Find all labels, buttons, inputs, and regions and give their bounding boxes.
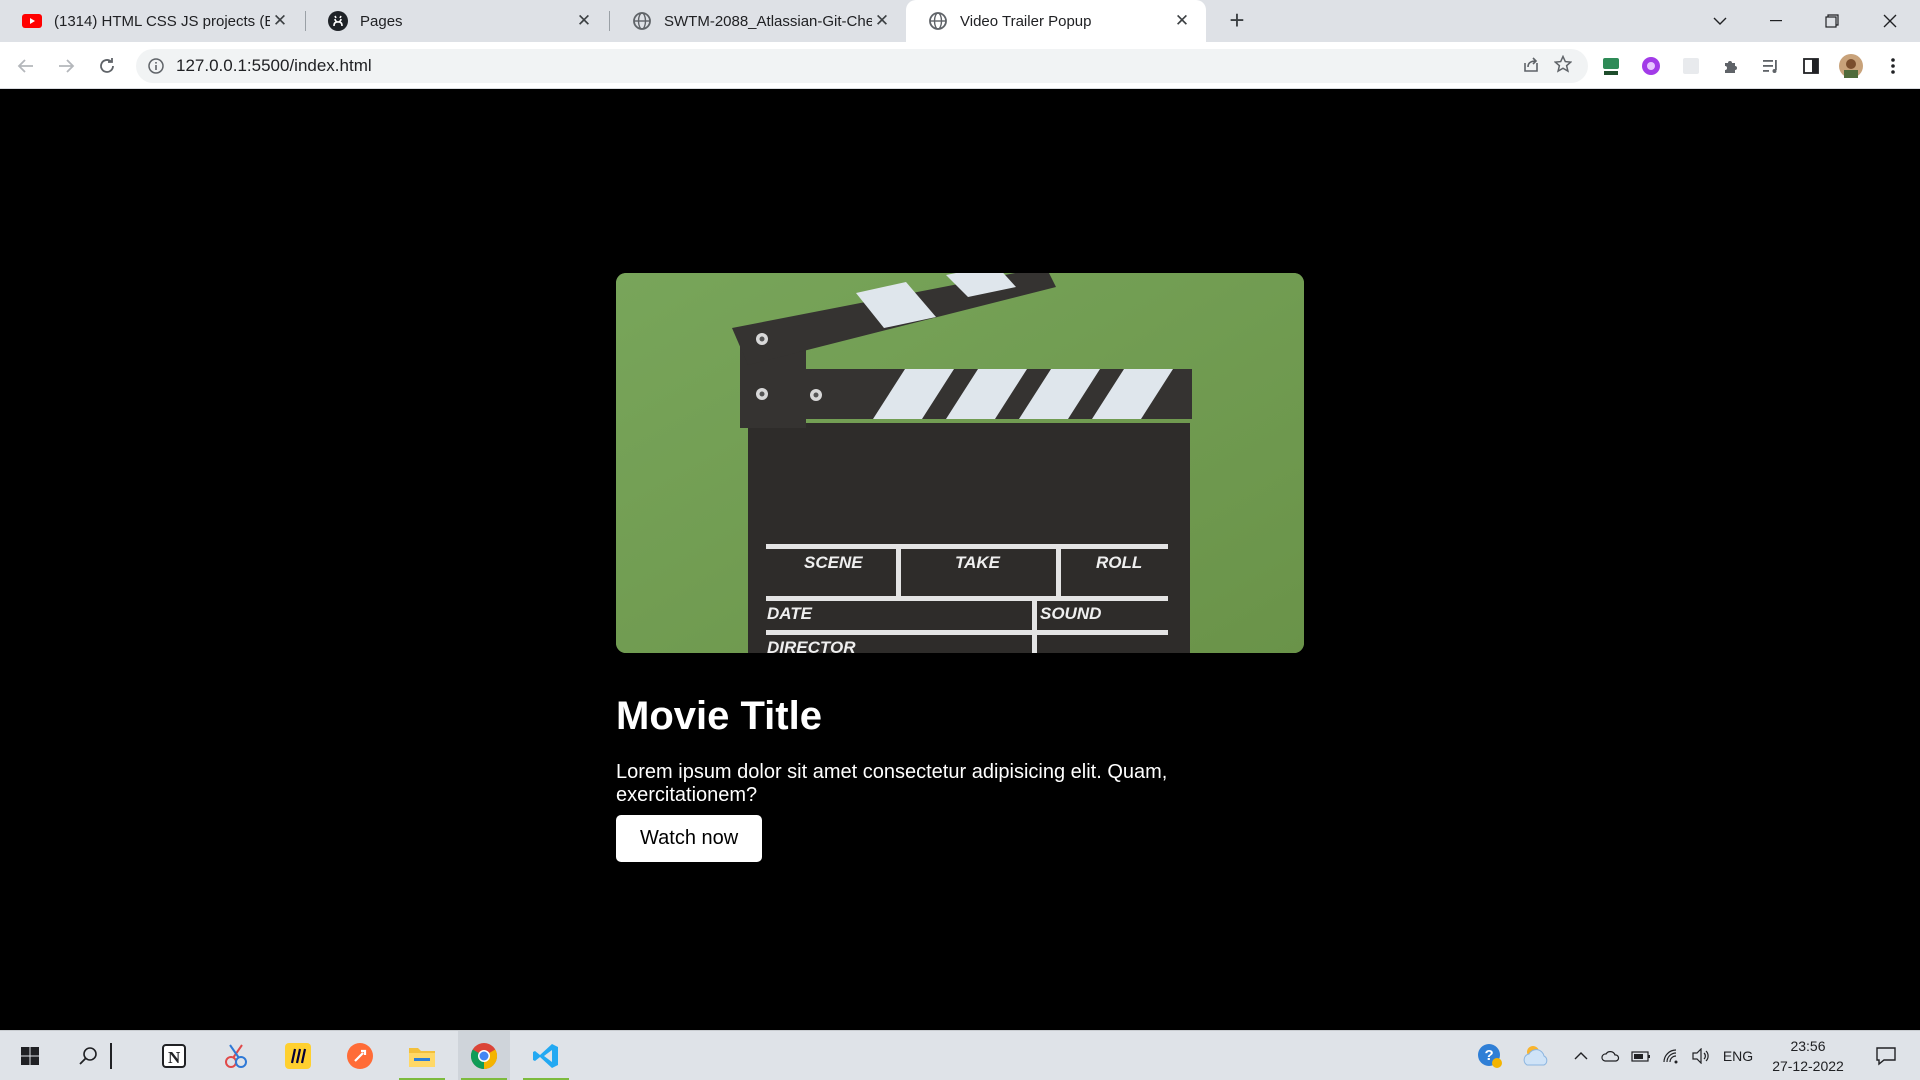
postman-app-icon[interactable] [334, 1031, 386, 1080]
start-button[interactable] [4, 1031, 56, 1080]
miro-app-icon[interactable] [272, 1031, 324, 1080]
html-extension-icon[interactable] [1598, 53, 1624, 79]
restore-button[interactable] [1804, 0, 1860, 42]
clock-date: 27-12-2022 [1772, 1058, 1844, 1074]
reload-button[interactable] [91, 50, 123, 82]
page-viewport: SCENE TAKE ROLL DATE SOUND DIRECTOR Movi… [0, 89, 1920, 1030]
minimize-button[interactable] [1748, 0, 1804, 42]
globe-icon [632, 11, 652, 31]
tab-search-icon[interactable] [1692, 0, 1748, 42]
onedrive-icon[interactable] [1598, 1031, 1624, 1080]
close-tab-icon[interactable]: ✕ [574, 11, 594, 31]
help-icon[interactable]: ? [1474, 1031, 1506, 1080]
notifications-icon[interactable] [1864, 1031, 1908, 1080]
vscode-app-icon[interactable] [520, 1031, 572, 1080]
wifi-icon[interactable] [1658, 1031, 1684, 1080]
poster-roll-label: ROLL [1096, 553, 1142, 572]
movie-title: Movie Title [616, 694, 822, 738]
tab-title: Video Trailer Popup [960, 12, 1092, 30]
tab-title: Pages [360, 12, 403, 30]
system-clock[interactable]: 23:56 27-12-2022 [1760, 1036, 1856, 1076]
tab-video-trailer-popup[interactable]: Video Trailer Popup ✕ [906, 0, 1206, 42]
close-tab-icon[interactable]: ✕ [872, 11, 892, 31]
site-info-icon[interactable] [136, 58, 176, 74]
url-text: 127.0.0.1:5500/index.html [176, 56, 372, 75]
close-window-button[interactable] [1862, 0, 1918, 42]
side-panel-icon[interactable] [1798, 53, 1824, 79]
task-view-icon[interactable] [102, 1031, 122, 1080]
tab-youtube[interactable]: (1314) HTML CSS JS projects (Beg ✕ [0, 0, 304, 42]
new-tab-button[interactable]: + [1222, 6, 1252, 36]
poster-director-label: DIRECTOR [767, 638, 856, 653]
clock-time: 23:56 [1790, 1038, 1826, 1054]
extensions-puzzle-icon[interactable] [1718, 53, 1744, 79]
tab-github-pages[interactable]: Pages ✕ [306, 0, 608, 42]
movie-poster-image: SCENE TAKE ROLL DATE SOUND DIRECTOR [616, 273, 1304, 653]
volume-icon[interactable] [1688, 1031, 1714, 1080]
menu-kebab-icon[interactable] [1880, 53, 1906, 79]
poster-scene-label: SCENE [804, 553, 863, 572]
show-hidden-icons-icon[interactable] [1568, 1031, 1594, 1080]
watch-now-button[interactable]: Watch now [616, 815, 763, 862]
language-indicator[interactable]: ENG [1718, 1031, 1758, 1080]
close-tab-icon[interactable]: ✕ [1172, 11, 1192, 31]
tab-title: SWTM-2088_Atlassian-Git-Cheat [664, 12, 872, 30]
media-control-icon[interactable] [1758, 53, 1784, 79]
close-tab-icon[interactable]: ✕ [270, 11, 290, 31]
address-bar[interactable]: 127.0.0.1:5500/index.html [136, 49, 1588, 83]
battery-icon[interactable] [1628, 1031, 1654, 1080]
purple-extension-icon[interactable] [1638, 53, 1664, 79]
profile-avatar[interactable] [1838, 53, 1864, 79]
back-button[interactable] [10, 50, 42, 82]
blank-extension-icon[interactable] [1678, 53, 1704, 79]
forward-button[interactable] [50, 50, 82, 82]
chrome-app-icon[interactable] [458, 1031, 510, 1080]
windows-taskbar: N ? ENG 23:56 27-12-2022 [0, 1030, 1920, 1080]
tab-atlassian-cheatsheet[interactable]: SWTM-2088_Atlassian-Git-Cheat ✕ [610, 0, 906, 42]
snipping-tool-icon[interactable] [210, 1031, 262, 1080]
browser-tab-strip: (1314) HTML CSS JS projects (Beg ✕ Pages… [0, 0, 1920, 42]
file-explorer-icon[interactable] [396, 1031, 448, 1080]
bookmark-star-icon[interactable] [1553, 54, 1573, 78]
youtube-icon [22, 11, 42, 31]
notion-app-icon[interactable]: N [148, 1031, 200, 1080]
movie-card: SCENE TAKE ROLL DATE SOUND DIRECTOR Movi… [616, 273, 1304, 862]
poster-take-label: TAKE [955, 553, 1001, 572]
poster-sound-label: SOUND [1040, 604, 1101, 623]
poster-date-label: DATE [767, 604, 813, 623]
tab-title: (1314) HTML CSS JS projects (Beg [54, 12, 270, 30]
globe-icon [928, 11, 948, 31]
share-icon[interactable] [1522, 55, 1540, 78]
weather-icon[interactable] [1518, 1031, 1554, 1080]
svg-text:N: N [168, 1048, 181, 1067]
github-icon [328, 11, 348, 31]
browser-toolbar: 127.0.0.1:5500/index.html [0, 42, 1920, 89]
movie-description: Lorem ipsum dolor sit amet consectetur a… [616, 761, 1168, 806]
